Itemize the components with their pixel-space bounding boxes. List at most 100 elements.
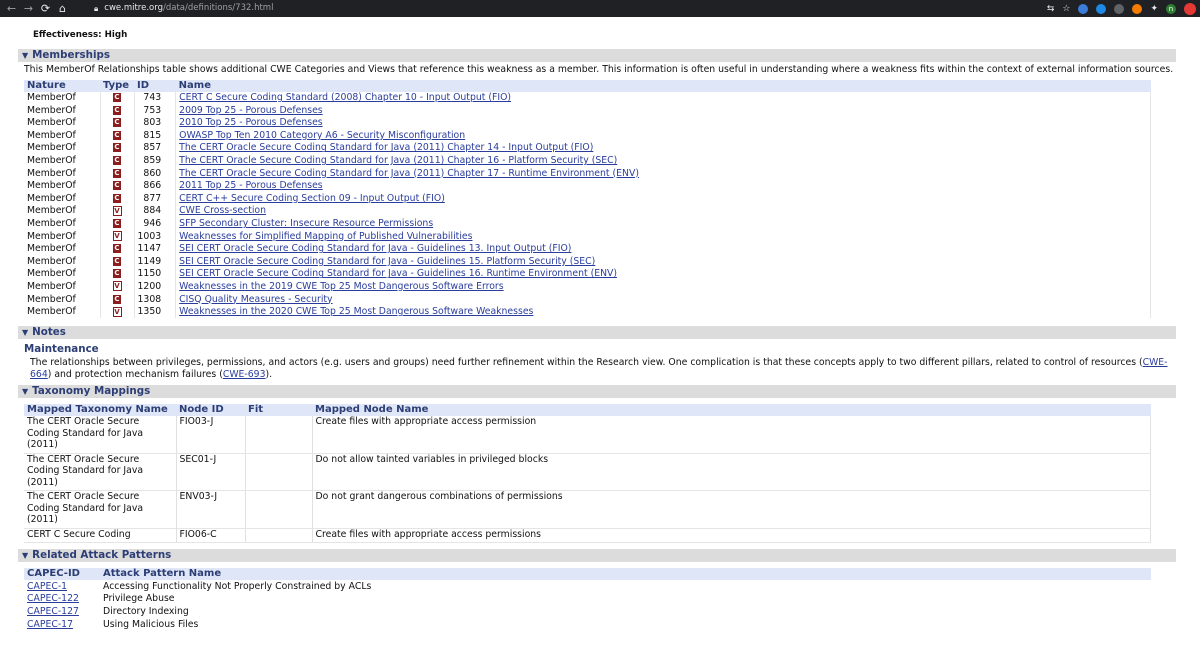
- membership-link[interactable]: CISQ Quality Measures - Security: [179, 294, 332, 305]
- translate-icon[interactable]: ⇆: [1047, 4, 1055, 14]
- memberships-section-header[interactable]: ▼ Memberships: [18, 49, 1176, 62]
- notes-section-header[interactable]: ▼ Notes: [18, 326, 1176, 340]
- capec-id-cell: CAPEC-127: [24, 605, 100, 618]
- section-title: Memberships: [32, 49, 111, 61]
- attack-patterns-section-header[interactable]: ▼ Related Attack Patterns: [18, 549, 1176, 563]
- table-row: CAPEC-1 Accessing Functionality Not Prope…: [24, 580, 1151, 593]
- bookmark-star-icon[interactable]: ☆: [1062, 4, 1070, 14]
- back-arrow-icon[interactable]: ←: [6, 0, 17, 17]
- membership-link[interactable]: The CERT Oracle Secure Coding Standard f…: [179, 155, 617, 166]
- name-cell: Weaknesses for Simplified Mapping of Pub…: [175, 230, 1151, 243]
- column-header: Name: [175, 79, 1151, 92]
- membership-link[interactable]: 2010 Top 25 - Porous Defenses: [179, 117, 322, 128]
- extension-icon[interactable]: [1132, 3, 1143, 14]
- table-row: MemberOf C 877 CERT C++ Secure Coding Secti…: [24, 192, 1151, 205]
- membership-link[interactable]: CERT C++ Secure Coding Section 09 - Inpu…: [179, 193, 445, 204]
- nature-cell: MemberOf: [24, 141, 101, 155]
- attack-pattern-name-cell: Accessing Functionality Not Properly Con…: [103, 580, 372, 592]
- membership-link[interactable]: 2011 Top 25 - Porous Defenses: [179, 180, 322, 191]
- column-header: Mapped Node Name: [312, 404, 1151, 417]
- membership-link[interactable]: SEI CERT Oracle Secure Coding Standard f…: [179, 243, 571, 254]
- puzzle-icon[interactable]: ✦: [1150, 4, 1158, 14]
- name-cell: The CERT Oracle Secure Coding Standard f…: [175, 154, 1151, 168]
- category-type-icon: C: [113, 93, 121, 103]
- account-icon[interactable]: [1184, 2, 1196, 15]
- membership-link[interactable]: CERT C Secure Coding Standard (2008) Cha…: [179, 92, 511, 103]
- section-title: Notes: [32, 326, 66, 339]
- taxonomy-table-body: The CERT Oracle Secure Coding Standard f…: [24, 416, 1151, 544]
- membership-link[interactable]: Weaknesses in the 2020 CWE Top 25 Most D…: [179, 306, 533, 317]
- capec-link[interactable]: CAPEC-1: [27, 581, 67, 592]
- membership-link[interactable]: Weaknesses in the 2019 CWE Top 25 Most D…: [179, 281, 503, 292]
- membership-link[interactable]: 2009 Top 25 - Porous Defenses: [179, 105, 322, 116]
- category-type-icon: C: [113, 294, 121, 304]
- page-content: Effectiveness: High ▼ Memberships This Me…: [0, 30, 1200, 631]
- notes-text-part: The relationships between privileges, pe…: [30, 357, 1143, 369]
- taxonomy-section-header[interactable]: ▼ Taxonomy Mappings: [18, 385, 1176, 399]
- table-row: MemberOf V 1003 Weaknesses for Simplified M…: [24, 230, 1151, 243]
- membership-link[interactable]: OWASP Top Ten 2010 Category A6 - Securit…: [179, 130, 465, 141]
- column-header: Node ID: [176, 404, 245, 417]
- notes-text: The relationships between privileges, pe…: [30, 357, 1176, 380]
- table-row: MemberOf C 815 OWASP Top Ten 2010 Category …: [24, 129, 1151, 142]
- collapse-triangle-icon[interactable]: ▼: [22, 387, 28, 396]
- capec-link[interactable]: CAPEC-122: [27, 593, 79, 604]
- view-type-icon: V: [112, 205, 122, 216]
- id-cell: 857: [134, 141, 177, 155]
- nature-cell: MemberOf: [24, 267, 101, 281]
- table-row: The CERT Oracle Secure Coding Standard f…: [24, 490, 1151, 529]
- type-cell: C: [100, 167, 135, 180]
- table-row: MemberOf C 1308 CISQ Quality Measures - Sec…: [24, 293, 1151, 306]
- collapse-triangle-icon[interactable]: ▼: [22, 551, 28, 560]
- category-type-icon: C: [113, 181, 121, 191]
- extension-icon[interactable]: [1078, 3, 1089, 14]
- fit-cell: [245, 453, 313, 492]
- membership-link[interactable]: The CERT Oracle Secure Coding Standard f…: [179, 168, 639, 179]
- table-row: MemberOf C 1150 SEI CERT Oracle Secure Codi…: [24, 267, 1151, 281]
- taxonomy-name-cell: The CERT Oracle Secure Coding Standard f…: [24, 490, 177, 529]
- column-header: Nature: [24, 79, 100, 92]
- nature-cell: MemberOf: [24, 305, 101, 319]
- address-bar[interactable]: 🔒︎ cwe.mitre.org /data/definitions/732.h…: [94, 2, 273, 15]
- id-cell: 753: [134, 104, 177, 117]
- type-cell: C: [100, 217, 135, 231]
- type-cell: C: [100, 154, 135, 168]
- extension-bar: ⇆ ☆ ✦ n: [1047, 0, 1200, 17]
- capec-link[interactable]: CAPEC-17: [27, 619, 73, 630]
- membership-link[interactable]: CWE Cross-section: [179, 205, 266, 216]
- capec-link[interactable]: CAPEC-127: [27, 606, 79, 617]
- nature-cell: MemberOf: [24, 217, 101, 231]
- membership-link[interactable]: SFP Secondary Cluster: Insecure Resource…: [179, 218, 433, 229]
- effectiveness-label: Effectiveness: High: [33, 30, 128, 40]
- column-header: Mapped Taxonomy Name: [24, 404, 176, 417]
- node-name-cell: Create files with appropriate access per…: [312, 528, 1151, 544]
- extension-icon[interactable]: [1114, 3, 1125, 14]
- name-cell: Weaknesses in the 2020 CWE Top 25 Most D…: [175, 305, 1151, 319]
- name-cell: CWE Cross-section: [175, 204, 1151, 218]
- table-row: MemberOf C 860 The CERT Oracle Secure Codin…: [24, 167, 1151, 180]
- membership-link[interactable]: Weaknesses for Simplified Mapping of Pub…: [179, 231, 472, 242]
- node-id-cell: SEC01-J: [176, 453, 246, 492]
- type-cell: C: [100, 179, 135, 193]
- cwe-link[interactable]: CWE-693: [223, 369, 266, 380]
- category-type-icon: C: [113, 269, 121, 279]
- table-header-row: CAPEC-ID Attack Pattern Name: [24, 568, 1151, 581]
- membership-link[interactable]: SEI CERT Oracle Secure Coding Standard f…: [179, 268, 617, 279]
- table-row: CAPEC-17 Using Malicious Files: [24, 618, 1151, 631]
- collapse-triangle-icon[interactable]: ▼: [22, 328, 28, 337]
- nature-cell: MemberOf: [24, 91, 101, 105]
- membership-link[interactable]: SEI CERT Oracle Secure Coding Standard f…: [179, 256, 595, 267]
- membership-link[interactable]: The CERT Oracle Secure Coding Standard f…: [179, 142, 593, 153]
- table-row: The CERT Oracle Secure Coding Standard f…: [24, 453, 1151, 492]
- node-name-cell: Do not grant dangerous combinations of p…: [312, 490, 1151, 529]
- reload-icon[interactable]: ⟳: [40, 0, 51, 17]
- home-icon[interactable]: ⌂: [57, 0, 68, 17]
- extension-icon[interactable]: [1096, 3, 1107, 14]
- table-row: MemberOf C 859 The CERT Oracle Secure Codin…: [24, 154, 1151, 168]
- collapse-triangle-icon[interactable]: ▼: [22, 51, 28, 60]
- profile-avatar[interactable]: n: [1166, 3, 1176, 14]
- browser-toolbar: ← → ⟳ ⌂ 🔒︎ cwe.mitre.org /data/definitio…: [0, 0, 1200, 17]
- url-path: /data/definitions/732.html: [162, 3, 274, 13]
- fit-cell: [245, 416, 313, 454]
- forward-arrow-icon[interactable]: →: [23, 0, 34, 17]
